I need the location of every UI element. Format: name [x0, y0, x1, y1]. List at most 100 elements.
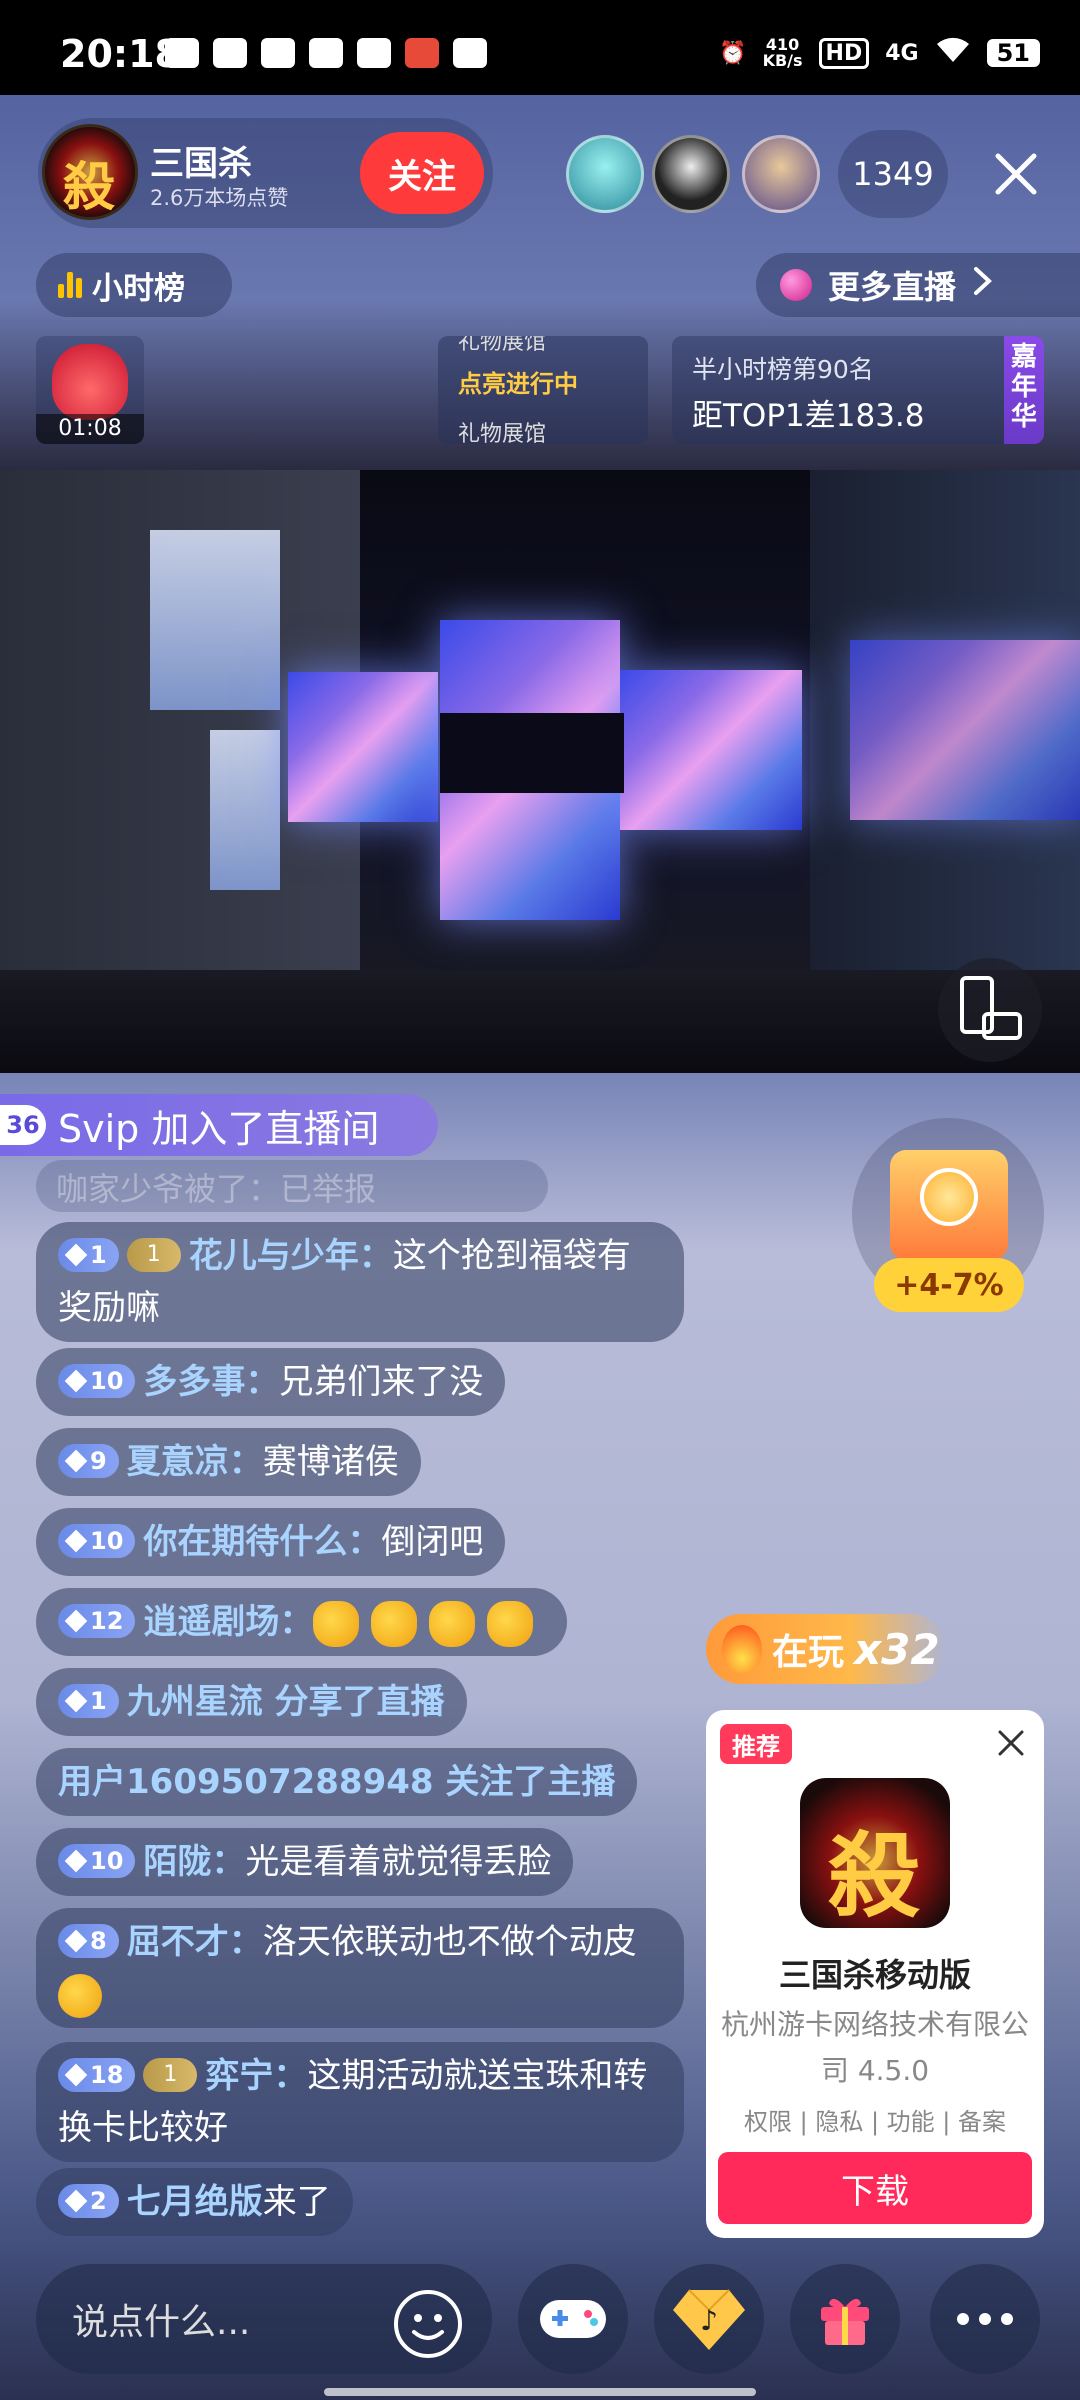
- app-info-links[interactable]: 权限 | 隐私 | 功能 | 备案: [716, 2102, 1034, 2137]
- now-playing-badge[interactable]: 在玩 x32: [706, 1614, 946, 1684]
- wifi-icon: [935, 36, 971, 70]
- thumbs-up-emoji: [429, 1600, 476, 1647]
- chat-username[interactable]: 弈宁：: [205, 2056, 307, 2096]
- level-badge: 8: [58, 1923, 119, 1958]
- chat-text: 倒闭吧: [381, 1522, 484, 1562]
- viewer-count[interactable]: 1349: [838, 130, 948, 218]
- video-light-screen: [620, 670, 802, 830]
- chat-message[interactable]: 2 七月绝版来了: [36, 2168, 353, 2236]
- ticker-text: 礼物展馆: [458, 422, 547, 444]
- fading-chat-message: 咖家少爷被了：已举报: [36, 1160, 548, 1212]
- chat-text: 洛天依联动也不做个动皮: [262, 1922, 637, 1962]
- video-crowd: [0, 970, 1080, 1073]
- chat-username[interactable]: 用户1609507288948 关注了主播: [58, 1762, 615, 1802]
- app-notification-icon: [357, 38, 391, 68]
- host-avatar[interactable]: 殺: [42, 124, 138, 220]
- level-badge: 10: [58, 1843, 136, 1878]
- follow-button[interactable]: 关注: [360, 132, 484, 214]
- level-badge: 1: [58, 1683, 119, 1718]
- comment-placeholder: 说点什么...: [72, 2302, 251, 2343]
- chat-username[interactable]: 你在期待什么：: [143, 1522, 381, 1562]
- coin-icon: [920, 1168, 978, 1226]
- chat-text: 光是看着就觉得丢脸: [245, 1842, 552, 1882]
- status-right: ⏰ 410 KB/s HD 4G 51: [719, 36, 1040, 70]
- rank-position: 半小时榜第90名: [692, 355, 874, 384]
- home-indicator[interactable]: [324, 2388, 756, 2396]
- top-viewer-avatar[interactable]: [566, 135, 644, 213]
- chevron-right-icon: [972, 266, 994, 304]
- douyin-diamond-button[interactable]: ♪: [654, 2264, 764, 2374]
- chat-username[interactable]: 九州星流 分享了直播: [127, 1682, 445, 1722]
- chat-message[interactable]: 18 1 弈宁：这期活动就送宝珠和转换卡比较好: [36, 2042, 684, 2162]
- lucky-bag[interactable]: 01:08: [36, 336, 144, 444]
- network-speed: 410 KB/s: [762, 35, 803, 70]
- level-badge: 2: [58, 2183, 119, 2218]
- download-button[interactable]: 下载: [718, 2152, 1032, 2224]
- chat-username[interactable]: 夏意凉：: [127, 1442, 263, 1482]
- emoji-icon[interactable]: [392, 2288, 464, 2360]
- app-notification-icon: [453, 38, 487, 68]
- chat-text: 兄弟们来了没: [279, 1362, 484, 1402]
- top-viewer-avatar[interactable]: [652, 135, 730, 213]
- diamond-gift-icon: ♪: [673, 2289, 745, 2350]
- close-icon[interactable]: [996, 1728, 1026, 1758]
- diamond-icon: [64, 1529, 88, 1552]
- app-name: 三国杀移动版: [778, 1956, 971, 1994]
- diamond-icon: [64, 1243, 88, 1266]
- chat-message[interactable]: 9 夏意凉：赛博诸侯: [36, 1428, 421, 1496]
- chat-message[interactable]: 10 多多事：兄弟们来了没: [36, 1348, 506, 1416]
- chat-text: 来了: [262, 2182, 331, 2222]
- diamond-icon: [64, 1849, 88, 1872]
- app-icon[interactable]: 殺: [800, 1778, 950, 1930]
- chat-username[interactable]: 多多事：: [143, 1362, 279, 1402]
- video-building-window: [210, 730, 280, 890]
- diamond-icon: [64, 2063, 88, 2086]
- live-video[interactable]: [0, 470, 1080, 1073]
- diamond-icon: [64, 1689, 88, 1712]
- video-building-window: [150, 530, 280, 710]
- chat-message[interactable]: 8 屈不才：洛天依联动也不做个动皮: [36, 1908, 684, 2028]
- diamond-icon: [64, 1449, 88, 1472]
- close-icon[interactable]: [990, 148, 1042, 200]
- chat-message[interactable]: 10 陌陇：光是看着就觉得丢脸: [36, 1828, 574, 1896]
- app-notification-icon: [405, 38, 439, 68]
- chat-message[interactable]: 1 1 花儿与少年：这个抢到福袋有奖励嘛: [36, 1222, 684, 1342]
- game-recommend-card[interactable]: 推荐 殺 三国杀移动版 杭州游卡网络技术有限公司 4.5.0 权限 | 隐私 |…: [706, 1710, 1044, 2238]
- chat-username[interactable]: 花儿与少年：: [189, 1236, 393, 1276]
- fan-club-badge: 1: [126, 1237, 181, 1272]
- gift-hall-ticker[interactable]: 礼物展馆 点亮进行中 礼物展馆: [438, 336, 648, 444]
- hourly-rank-button[interactable]: 小时榜: [36, 253, 232, 317]
- diamond-icon: [64, 2189, 88, 2212]
- alarm-icon: ⏰: [719, 40, 747, 66]
- app-company: 杭州游卡网络技术有限公司 4.5.0: [720, 2008, 1029, 2087]
- rotate-screen-button[interactable]: [938, 958, 1042, 1062]
- chat-message[interactable]: 10 你在期待什么：倒闭吧: [36, 1508, 506, 1576]
- half-hour-rank-card[interactable]: 半小时榜第90名 距TOP1差183.8 嘉年华: [672, 336, 1044, 444]
- lucky-bag-timer: 01:08: [36, 414, 144, 444]
- chat-username[interactable]: 屈不才：: [127, 1922, 263, 1962]
- diamond-icon: [64, 1369, 88, 1392]
- thumbs-up-emoji: [313, 1600, 360, 1647]
- chat-message[interactable]: 1 九州星流 分享了直播: [36, 1668, 467, 1736]
- video-stage-window: [440, 713, 624, 793]
- chat-username[interactable]: 逍遥剧场：: [143, 1602, 313, 1642]
- more-options-button[interactable]: [930, 2264, 1040, 2374]
- game-controller-button[interactable]: [518, 2264, 628, 2374]
- chat-username[interactable]: 陌陇：: [143, 1842, 245, 1882]
- host-name: 三国杀: [150, 144, 252, 184]
- thumbs-up-emoji: [371, 1600, 418, 1647]
- chat-message[interactable]: 12 逍遥剧场：: [36, 1588, 568, 1656]
- top-viewer-avatar[interactable]: [742, 135, 820, 213]
- bar-chart-icon: [58, 272, 82, 298]
- battery-indicator: 51: [986, 39, 1040, 67]
- video-light-screen: [850, 640, 1080, 820]
- more-live-label: 更多直播: [828, 268, 957, 306]
- chat-username[interactable]: 七月绝版: [127, 2182, 263, 2222]
- level-badge: 1: [58, 1237, 119, 1272]
- gift-button[interactable]: [790, 2264, 900, 2374]
- chat-message[interactable]: 用户1609507288948 关注了主播: [36, 1748, 638, 1816]
- more-live-button[interactable]: 更多直播: [756, 253, 1080, 317]
- app-notification-icon: [309, 38, 343, 68]
- gift-icon: [821, 2298, 869, 2345]
- join-notification: 36 Svip 加入了直播间: [0, 1094, 438, 1156]
